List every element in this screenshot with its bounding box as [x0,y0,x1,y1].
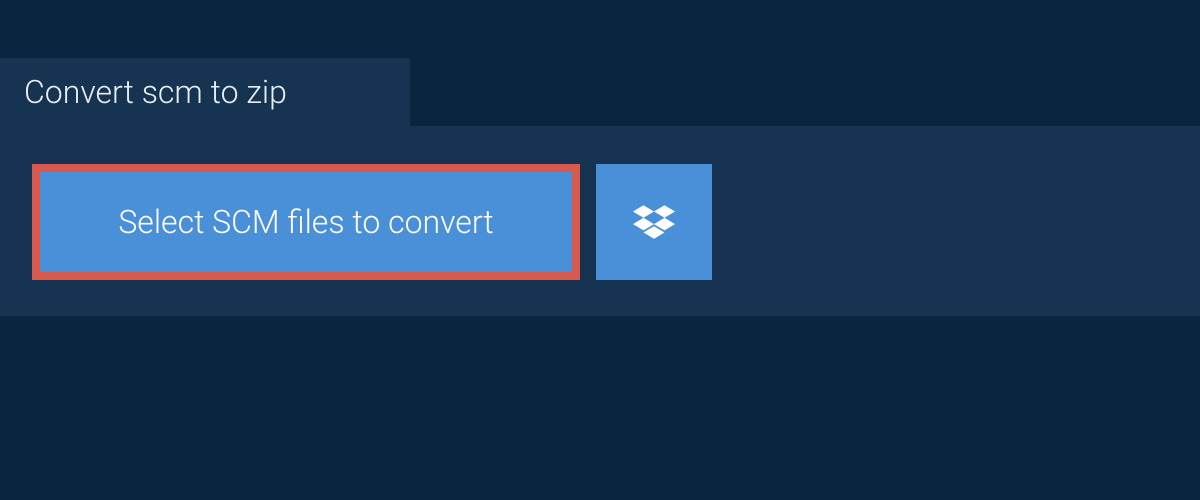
tab-header: Convert scm to zip [0,58,410,126]
dropbox-icon [633,201,675,243]
upload-panel: Select SCM files to convert [0,126,1200,316]
dropbox-button[interactable] [596,164,712,280]
tab-title: Convert scm to zip [24,73,287,111]
select-files-button[interactable]: Select SCM files to convert [32,164,580,280]
select-files-label: Select SCM files to convert [118,203,493,241]
